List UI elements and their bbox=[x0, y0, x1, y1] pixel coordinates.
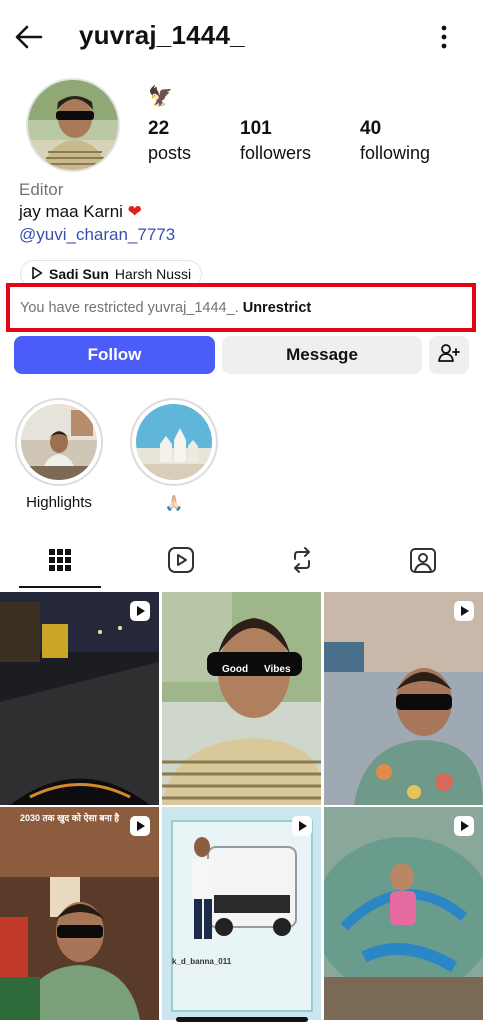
tab-posts[interactable] bbox=[0, 535, 120, 589]
bio-mention-link[interactable]: @yuvi_charan_7773 bbox=[19, 225, 175, 245]
music-artist: Harsh Nussi bbox=[114, 266, 192, 282]
profile-tabs bbox=[0, 535, 483, 589]
reposts-icon bbox=[288, 546, 316, 579]
restricted-banner: You have restricted yuvraj_1444_. Unrest… bbox=[6, 283, 476, 332]
posts-grid: Good Vibes 2030 तक खुद को ऐसा बना है k_d… bbox=[0, 592, 483, 1020]
tagged-icon bbox=[409, 546, 437, 579]
posts-stat[interactable]: 22 posts bbox=[148, 118, 191, 164]
highlight-label: Highlights bbox=[26, 494, 92, 511]
grid-post[interactable] bbox=[324, 592, 483, 805]
unrestrict-link[interactable]: Unrestrict bbox=[243, 300, 312, 316]
followers-label: followers bbox=[240, 143, 312, 163]
grid-post[interactable]: 2030 तक खुद को ऐसा बना है bbox=[0, 807, 159, 1020]
posts-count: 22 bbox=[148, 118, 170, 139]
profile-category: Editor bbox=[19, 180, 64, 199]
active-tab-indicator bbox=[19, 586, 101, 588]
grid-post[interactable] bbox=[0, 592, 159, 805]
profile-note: 🦅 bbox=[148, 86, 173, 108]
highlight-label: 🙏🏻 bbox=[164, 495, 184, 512]
top-bar: yuvraj_1444_ bbox=[0, 0, 483, 72]
posts-label: posts bbox=[148, 143, 192, 163]
followers-stat[interactable]: 101 followers bbox=[240, 118, 311, 164]
highlight-item[interactable]: Highlights bbox=[14, 398, 104, 511]
tab-reposts[interactable] bbox=[242, 535, 362, 589]
grid-icon bbox=[48, 548, 72, 577]
music-song: Sadi Sun bbox=[49, 266, 109, 282]
highlight-thumbnail bbox=[136, 404, 212, 480]
goggles-text-right: Vibes bbox=[264, 664, 291, 675]
tab-reels[interactable] bbox=[121, 535, 241, 589]
profile-bio: jay maa Karni ❤ bbox=[19, 202, 142, 222]
reel-icon bbox=[291, 815, 313, 837]
profile-username: yuvraj_1444_ bbox=[79, 20, 245, 50]
highlight-ring bbox=[15, 398, 103, 486]
bio-text: jay maa Karni bbox=[19, 202, 123, 221]
goggles-text-left: Good bbox=[222, 664, 249, 675]
suggested-users-button[interactable] bbox=[429, 336, 469, 374]
reel-icon bbox=[129, 815, 151, 837]
highlight-ring bbox=[130, 398, 218, 486]
heart-emoji: ❤ bbox=[127, 202, 142, 221]
following-stat[interactable]: 40 following bbox=[360, 118, 430, 164]
arrow-left-icon[interactable] bbox=[12, 20, 46, 54]
reel-icon bbox=[453, 815, 475, 837]
following-count: 40 bbox=[360, 118, 382, 139]
grid-post[interactable] bbox=[324, 807, 483, 1020]
highlight-item[interactable]: 🙏🏻 bbox=[129, 398, 219, 512]
vertical-dots-icon[interactable] bbox=[432, 20, 456, 54]
following-label: following bbox=[360, 143, 431, 163]
post-overlay-text: 2030 तक खुद को ऐसा बना है bbox=[20, 813, 120, 823]
restricted-message: You have restricted yuvraj_1444_. bbox=[20, 299, 239, 316]
followers-count: 101 bbox=[240, 118, 272, 139]
highlight-thumbnail bbox=[21, 404, 97, 480]
reel-icon bbox=[453, 600, 475, 622]
post-watermark: k_d_banna_011 bbox=[172, 957, 232, 966]
reel-icon bbox=[129, 600, 151, 622]
avatar[interactable] bbox=[26, 78, 120, 172]
grid-post[interactable]: k_d_banna_011 bbox=[162, 807, 321, 1020]
tab-tagged[interactable] bbox=[363, 535, 483, 589]
home-indicator[interactable] bbox=[176, 1017, 308, 1022]
play-icon bbox=[31, 266, 43, 283]
reels-icon bbox=[167, 546, 195, 579]
follow-button[interactable]: Follow bbox=[14, 336, 215, 374]
add-person-icon bbox=[438, 343, 460, 368]
grid-post[interactable]: Good Vibes bbox=[162, 592, 321, 805]
message-button[interactable]: Message bbox=[222, 336, 422, 374]
